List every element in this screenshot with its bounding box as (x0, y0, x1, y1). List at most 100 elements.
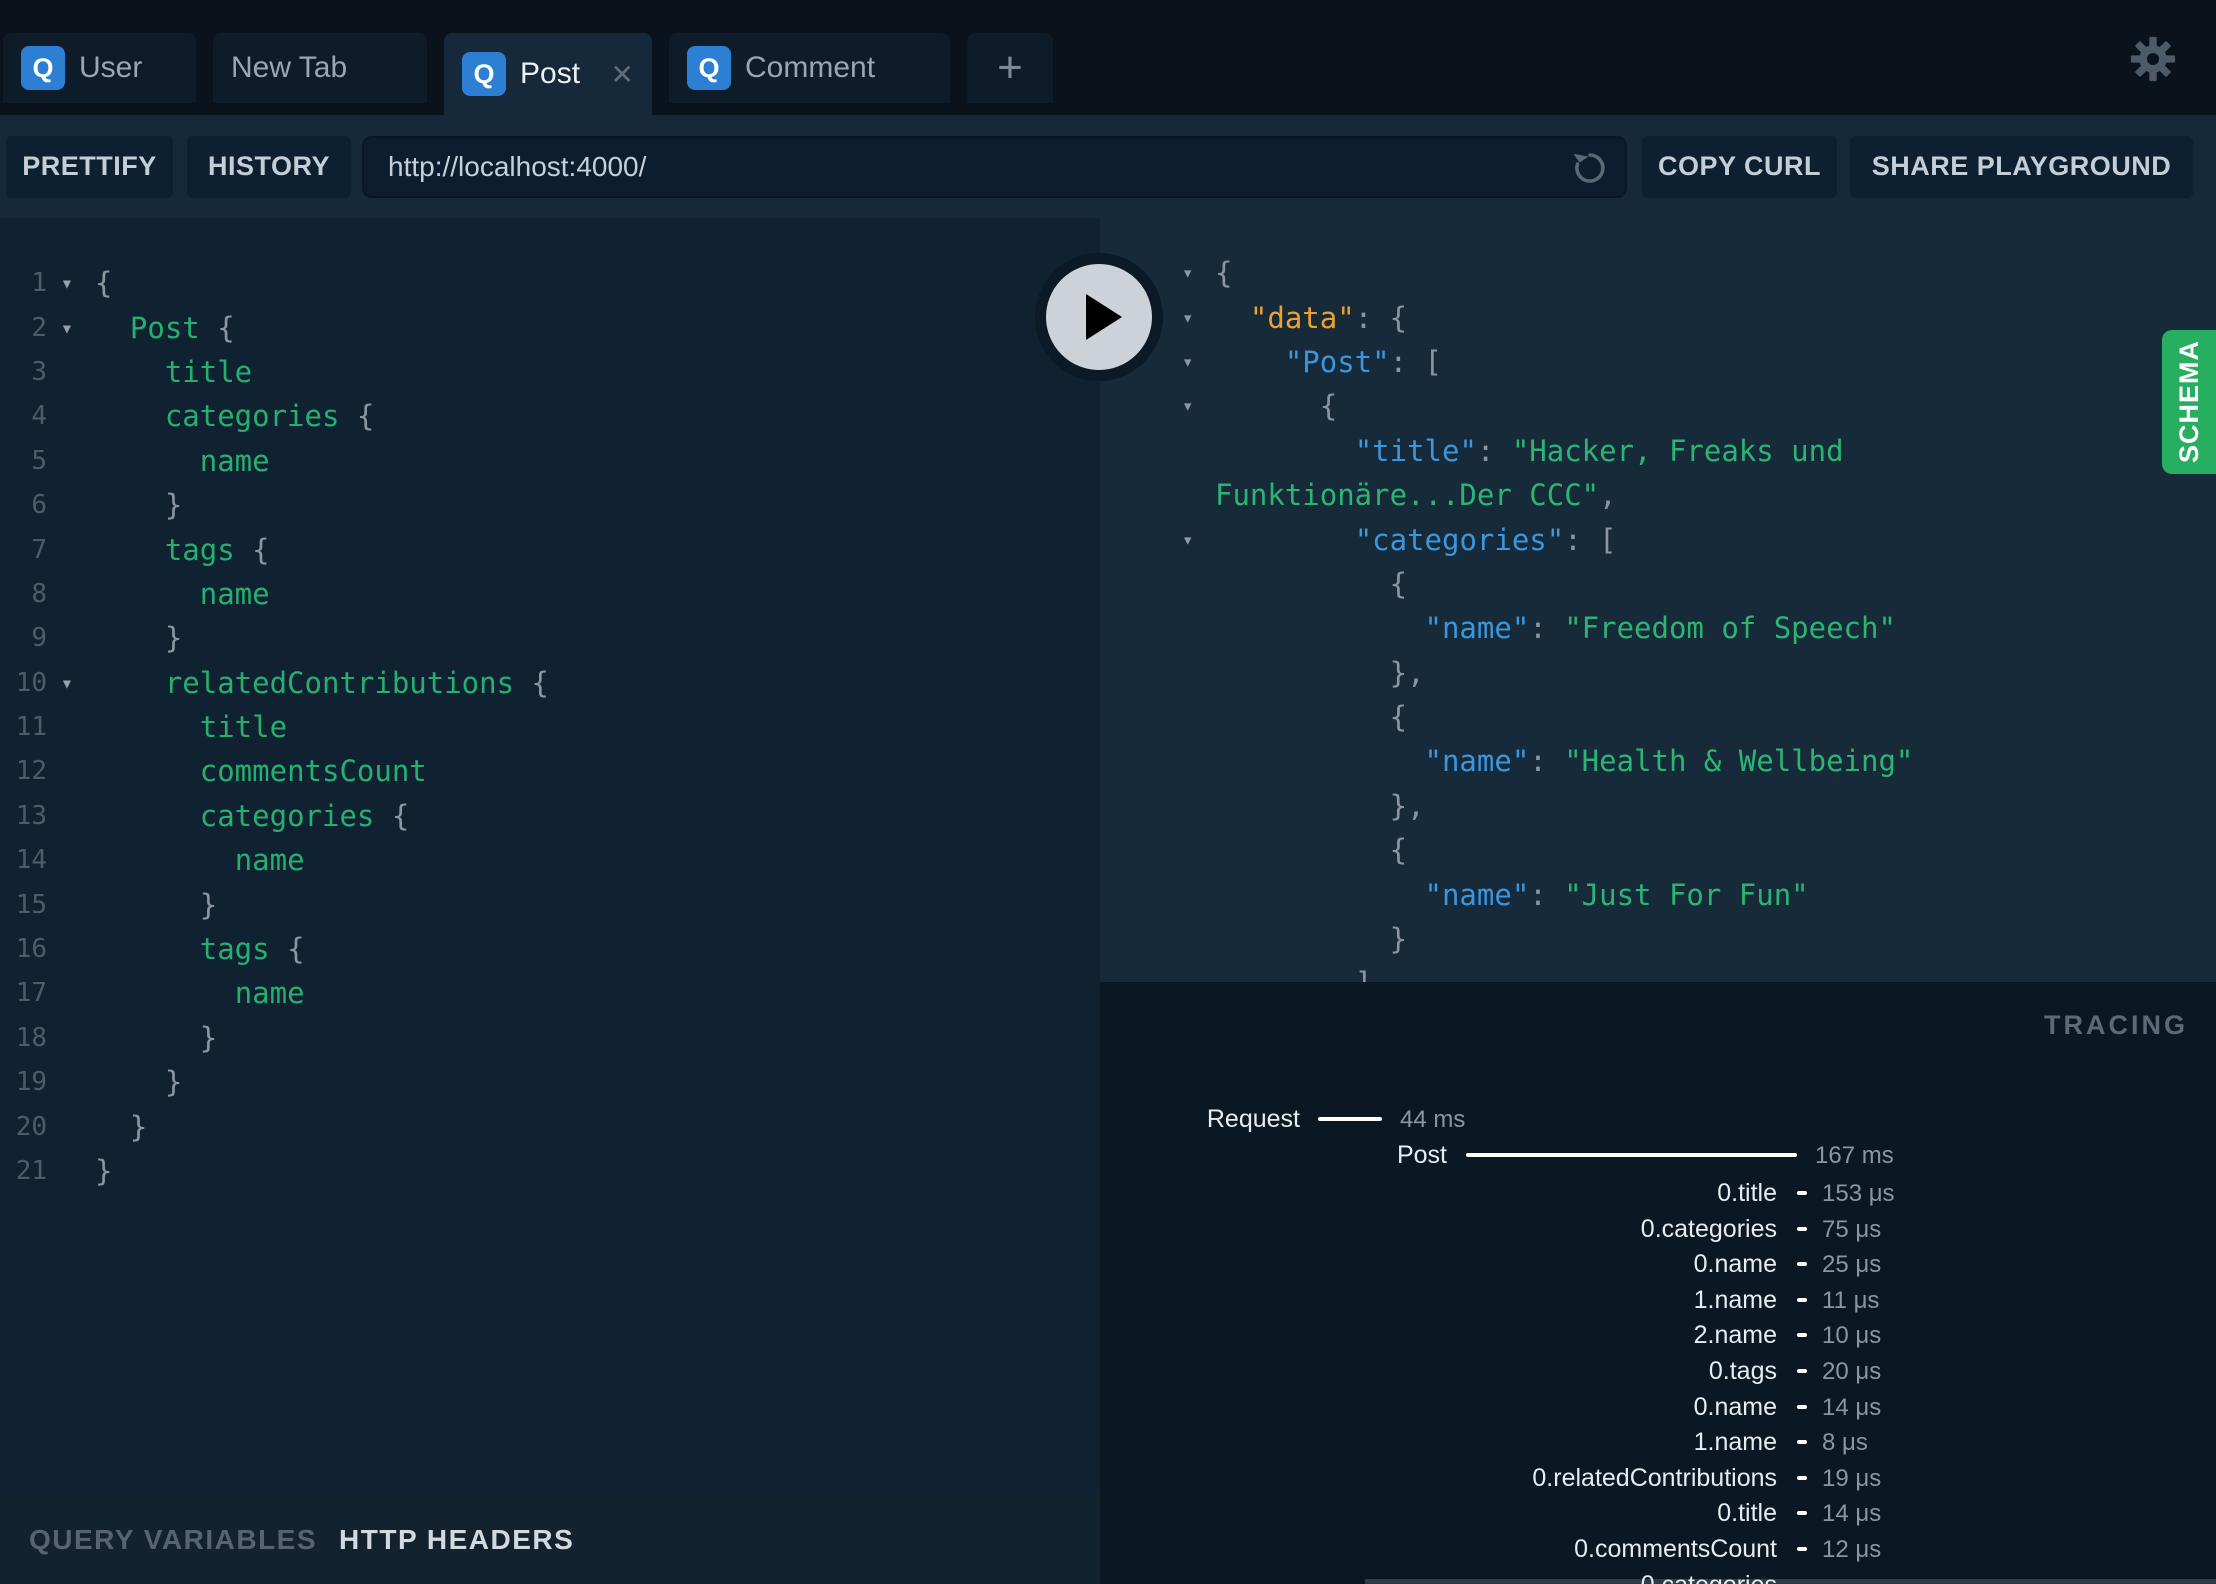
token-p: : (1529, 877, 1565, 912)
line-number: 12 (15, 756, 47, 787)
tracing-row: 0.name 14 μs (1100, 1391, 2216, 1423)
line-number: 20 (15, 1111, 47, 1142)
tracing-duration-value: 14 μs (1822, 1500, 1882, 1528)
execute-query-button[interactable] (1035, 253, 1163, 381)
tracing-duration-value: 25 μs (1822, 1251, 1882, 1279)
close-tab-icon[interactable]: ✕ (611, 58, 634, 91)
endpoint-url-input[interactable]: http://localhost:4000/ (362, 135, 1627, 198)
code-text: { (1215, 256, 1232, 290)
code-text: { (1215, 567, 1407, 601)
editor-line: 15 } (0, 882, 1100, 926)
line-number: 9 (31, 623, 47, 654)
tracing-duration-bar (1318, 1117, 1382, 1121)
token-p: { (1389, 566, 1408, 601)
code-text: tags { (87, 932, 305, 966)
editor-line: 5 name (0, 439, 1100, 483)
token-p: , (1599, 478, 1617, 513)
token-k: "categories" (1354, 522, 1565, 557)
code-text: "title": "Hacker, Freaks und (1215, 434, 1844, 468)
tab-post[interactable]: Q Post ✕ (444, 33, 652, 115)
token-f: commentsCount (199, 754, 427, 789)
editor-line: 21} (0, 1149, 1100, 1193)
tracing-duration-bar (1797, 1511, 1807, 1516)
code-text: name (87, 976, 305, 1010)
editor-line: 6 } (0, 483, 1100, 527)
token-f: tags (199, 932, 270, 967)
query-variables-tab[interactable]: QUERY VARIABLES (29, 1524, 317, 1556)
token-p: : [ (1389, 344, 1442, 379)
tracing-row: Request 44 ms (1100, 1103, 2216, 1135)
code-text: } (87, 488, 182, 522)
prettify-button[interactable]: PRETTIFY (6, 135, 173, 198)
line-number: 7 (31, 534, 47, 565)
fold-caret-icon[interactable]: ▾ (47, 671, 87, 695)
copy-curl-button[interactable]: COPY CURL (1642, 135, 1837, 198)
response-line: { (1100, 562, 2216, 606)
editor-line: 10 ▾ relatedContributions { (0, 661, 1100, 705)
tracing-title: TRACING (2044, 1010, 2188, 1040)
token-p: { (1319, 389, 1338, 424)
editor-line: 17 name (0, 971, 1100, 1015)
token-p: } (199, 1020, 218, 1055)
editor-line: 8 name (0, 572, 1100, 616)
share-playground-button[interactable]: SHARE PLAYGROUND (1850, 135, 2193, 198)
tracing-field-label: 0.name (1693, 1392, 1777, 1421)
tracing-duration-bar (1466, 1153, 1797, 1157)
response-line: "name": "Just For Fun" (1100, 872, 2216, 916)
line-number: 21 (15, 1156, 47, 1186)
tracing-duration-value: 44 ms (1400, 1106, 1466, 1133)
code-text: }, (1215, 656, 1425, 690)
token-p: } (164, 488, 183, 523)
line-number: 3 (31, 356, 47, 387)
token-f: name (199, 576, 270, 611)
token-f: title (164, 354, 253, 389)
response-line: Funktionäre...Der CCC", (1100, 473, 2216, 517)
tracing-duration-value: 75 μs (1822, 1215, 1882, 1243)
tracing-duration-value: 8 μs (1822, 1429, 1868, 1457)
token-p: : (1476, 433, 1512, 468)
tracing-duration-bar (1797, 1191, 1807, 1195)
tab-bar: Q User New Tab Q Post ✕ Q Comment + (0, 0, 2216, 115)
code-text: "categories": [ (1215, 523, 1617, 557)
token-p: { (1389, 700, 1408, 735)
code-text: { (1215, 389, 1337, 423)
line-number: 19 (15, 1067, 47, 1098)
code-text: } (87, 621, 182, 655)
token-p: }, (1389, 655, 1425, 690)
token-s: "Hacker, Freaks und (1511, 433, 1844, 468)
tab-user[interactable]: Q User (3, 33, 196, 103)
token-p: { (234, 532, 270, 567)
tracing-row: 0.title 14 μs (1100, 1497, 2216, 1529)
settings-gear-icon[interactable] (2130, 36, 2176, 82)
query-editor[interactable]: 1 ▾{2 ▾ Post {3 title 4 categories {5 name 6… (0, 218, 1100, 1495)
fold-caret-icon[interactable]: ▾ (1100, 395, 1215, 417)
code-text: name (87, 444, 270, 478)
tracing-duration-value: 12 μs (1822, 1536, 1882, 1563)
new-tab-button[interactable]: + (967, 33, 1053, 103)
token-f: name (234, 843, 305, 878)
token-s: "Just For Fun" (1564, 877, 1809, 912)
fold-caret-icon[interactable]: ▾ (47, 271, 87, 295)
history-button[interactable]: HISTORY (187, 135, 351, 198)
tracing-duration-bar (1797, 1226, 1807, 1231)
tracing-field-label: 0.tags (1708, 1357, 1777, 1385)
token-p: { (1389, 833, 1408, 868)
tracing-row: 0.relatedContributions 19 μs (1100, 1462, 2216, 1494)
fold-caret-icon[interactable]: ▾ (1100, 529, 1215, 551)
token-p: }, (1389, 788, 1425, 823)
schema-tab[interactable]: SCHEMA (2162, 330, 2216, 474)
http-headers-tab[interactable]: HTTP HEADERS (339, 1524, 574, 1556)
token-k: "name" (1424, 877, 1530, 912)
editor-line: 19 } (0, 1060, 1100, 1104)
tracing-duration-bar (1797, 1475, 1807, 1480)
fold-caret-icon[interactable]: ▾ (47, 316, 87, 340)
tracing-duration-bar (1797, 1440, 1807, 1445)
play-icon (1086, 294, 1122, 340)
response-line: { (1100, 828, 2216, 872)
tab-comment[interactable]: Q Comment (669, 33, 950, 103)
reload-schema-icon[interactable] (1569, 148, 1609, 188)
tab-new-tab[interactable]: New Tab (213, 33, 427, 103)
line-number: 17 (15, 978, 47, 1009)
editor-line: 4 categories { (0, 394, 1100, 438)
tracing-row: 0.categories 75 μs (1100, 1213, 2216, 1245)
